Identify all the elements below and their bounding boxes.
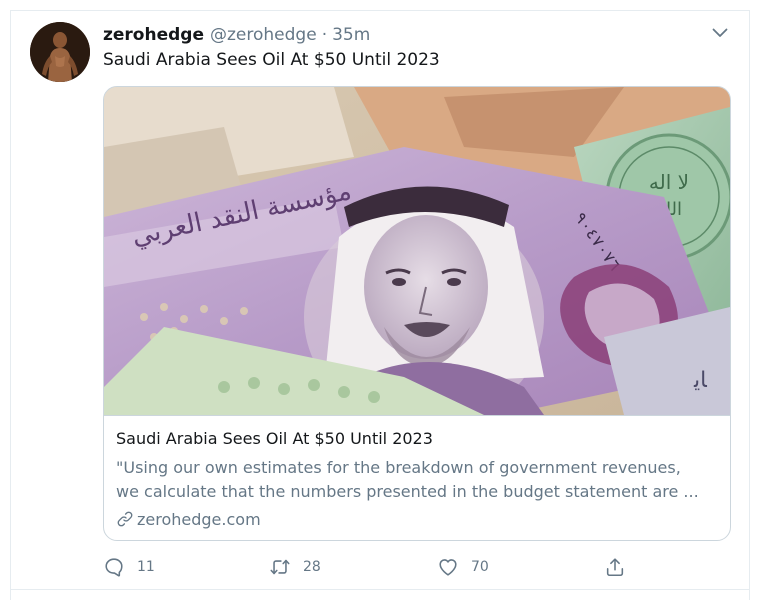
heart-icon [439,559,457,576]
more-options-button[interactable] [710,25,730,41]
card-description-line: we calculate that the numbers presented … [116,482,699,501]
svg-text:ﻻ ﺍﻟﻪ: ﻻ ﺍﻟﻪ [649,170,689,194]
card-domain-text: zerohedge.com [137,509,261,529]
card-image[interactable]: ﻻ ﺍﻟﻪ ﺍﻟﻠﻪ ﻣﺆﺳﺴﺔ ﺍﻟﻨﻘﺪ ﺍﻟﻌﺮﺑﻲ ٩٠٤٧٠٧٦ ﺎﻳ [104,87,730,416]
chevron-down-icon [712,28,728,37]
reply-button[interactable]: 11 [103,554,155,580]
share-button[interactable] [604,554,626,580]
banknote-image: ﻻ ﺍﻟﻪ ﺍﻟﻠﻪ ﻣﺆﺳﺴﺔ ﺍﻟﻨﻘﺪ ﺍﻟﻌﺮﺑﻲ ٩٠٤٧٠٧٦ ﺎﻳ [104,87,730,415]
timeline-border-right [749,10,750,600]
card-domain: zerohedge.com [116,508,720,530]
avatar[interactable] [30,22,90,82]
like-count: 70 [471,559,489,575]
card-description: "Using our own estimates for the breakdo… [116,456,720,504]
link-card[interactable]: ﻻ ﺍﻟﻪ ﺍﻟﻠﻪ ﻣﺆﺳﺴﺔ ﺍﻟﻨﻘﺪ ﺍﻟﻌﺮﺑﻲ ٩٠٤٧٠٧٦ ﺎﻳ… [103,86,731,541]
svg-text:ﺎﻳ: ﺎﻳ [693,368,707,393]
retweet-count: 28 [303,559,321,575]
separator-dot: · [321,25,328,45]
reply-icon [105,558,123,577]
reply-count: 11 [137,559,155,575]
avatar-image [30,22,90,82]
card-description-line: "Using our own estimates for the breakdo… [116,458,681,477]
like-button[interactable]: 70 [437,554,489,580]
timestamp[interactable]: 35m [332,25,370,45]
tweet-actions: 11 28 70 [103,554,633,580]
display-name[interactable]: zerohedge [103,25,204,45]
link-icon [116,510,134,528]
user-handle[interactable]: @zerohedge [210,25,317,45]
share-icon [606,558,624,577]
tweet-divider [10,589,750,590]
timeline-border-left [10,10,11,600]
tweet-header: zerohedge @zerohedge · 35m [103,24,370,46]
timeline-border [10,10,750,11]
retweet-button[interactable]: 28 [269,554,321,580]
tweet-text: Saudi Arabia Sees Oil At $50 Until 2023 [103,50,440,70]
card-title: Saudi Arabia Sees Oil At $50 Until 2023 [116,429,433,448]
retweet-icon [270,559,290,575]
card-body: Saudi Arabia Sees Oil At $50 Until 2023 … [116,428,720,530]
